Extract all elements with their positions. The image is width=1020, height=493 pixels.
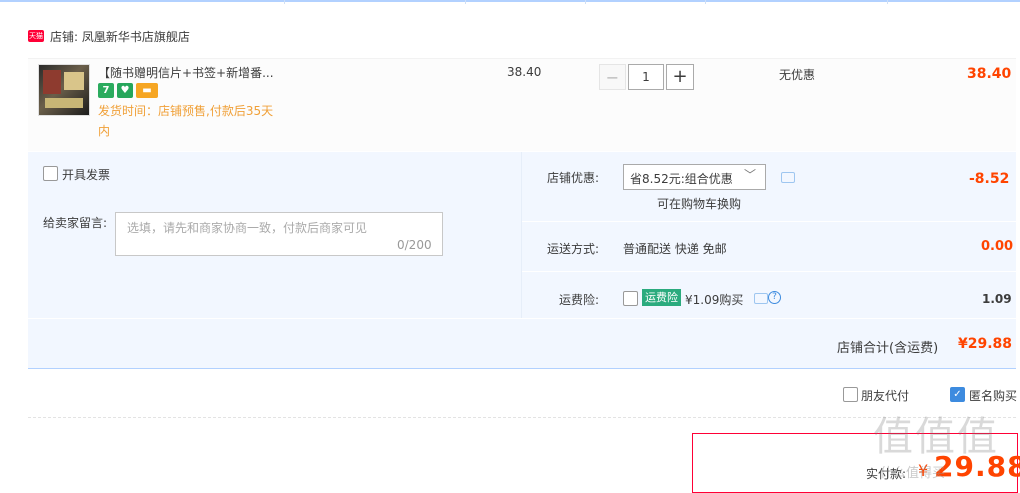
row-divider: [522, 221, 1016, 222]
coupon-label: 店铺优惠:: [547, 171, 600, 185]
divider: [28, 417, 1016, 418]
coupon-amount: -8.52: [969, 171, 1010, 187]
item-discount: 无优惠: [779, 68, 816, 82]
shop-total-amount: ¥29.88: [958, 336, 1013, 352]
thumbnail-detail: [43, 70, 61, 94]
coupon-selected-value: 省8.52元:组合优惠: [630, 172, 733, 186]
service-icons: 7 ♥ ▬: [98, 83, 158, 98]
friend-pay-checkbox[interactable]: [843, 387, 858, 402]
insurance-badge: 运费险: [642, 289, 681, 306]
chat-icon[interactable]: [754, 293, 768, 304]
row-divider: [522, 271, 1016, 272]
quantity-decrease-button[interactable]: −: [599, 64, 626, 90]
insurance-label: 运费险:: [559, 293, 600, 307]
thumbnail-detail: [64, 72, 84, 90]
shipping-amount: 0.00: [981, 239, 1014, 254]
unit-price: 38.40: [507, 65, 542, 79]
message-placeholder: 选填，请先和商家协商一致，付款后商家可见: [127, 221, 368, 235]
message-label: 给卖家留言:: [43, 216, 108, 230]
guarantee-icon[interactable]: ♥: [117, 83, 133, 98]
shop-total-label: 店铺合计(含运费): [837, 341, 939, 356]
row-divider: [28, 318, 1016, 319]
insurance-price: ¥1.09购买: [685, 293, 744, 307]
tmall-icon: 天猫: [28, 30, 44, 42]
anonymous-checkbox[interactable]: ✓: [950, 387, 965, 402]
watermark-logo: 值值值: [873, 414, 999, 460]
product-title-link[interactable]: 【随书赠明信片+书签+新增番...: [98, 64, 298, 81]
anonymous-label[interactable]: 匿名购买: [969, 387, 1017, 404]
insurance-checkbox[interactable]: [623, 291, 638, 306]
coupon-swap-note: 可在购物车换购: [657, 197, 742, 211]
insurance-amount: 1.09: [982, 292, 1012, 306]
seven-day-return-icon[interactable]: 7: [98, 83, 114, 98]
friend-pay-label[interactable]: 朋友代付: [861, 387, 909, 404]
shop-name-link[interactable]: 店铺: 凤凰新华书店旗舰店: [50, 28, 190, 45]
quantity-increase-button[interactable]: +: [666, 64, 694, 90]
ship-time-notice: 发货时间：店铺预售,付款后35天内: [98, 104, 274, 138]
invoice-checkbox[interactable]: [43, 166, 58, 181]
help-icon[interactable]: ?: [768, 291, 781, 304]
invoice-label[interactable]: 开具发票: [62, 166, 110, 183]
watermark-text: 什么值得买: [880, 466, 946, 481]
shop-row: 天猫 店铺: 凤凰新华书店旗舰店: [28, 26, 190, 46]
shipping-label: 运送方式:: [547, 242, 600, 256]
panel-divider: [521, 152, 522, 318]
chat-icon[interactable]: [781, 172, 795, 183]
chevron-down-icon: ﹀: [744, 168, 757, 182]
card-payment-icon[interactable]: ▬: [136, 83, 158, 98]
shipping-method: 普通配送 快递 免邮: [623, 242, 727, 256]
thumbnail-detail: [45, 98, 83, 108]
message-char-counter: 0/200: [397, 238, 432, 252]
item-subtotal: 38.40: [967, 66, 1012, 82]
top-border: [0, 0, 1020, 2]
quantity-input[interactable]: 1: [628, 64, 664, 90]
